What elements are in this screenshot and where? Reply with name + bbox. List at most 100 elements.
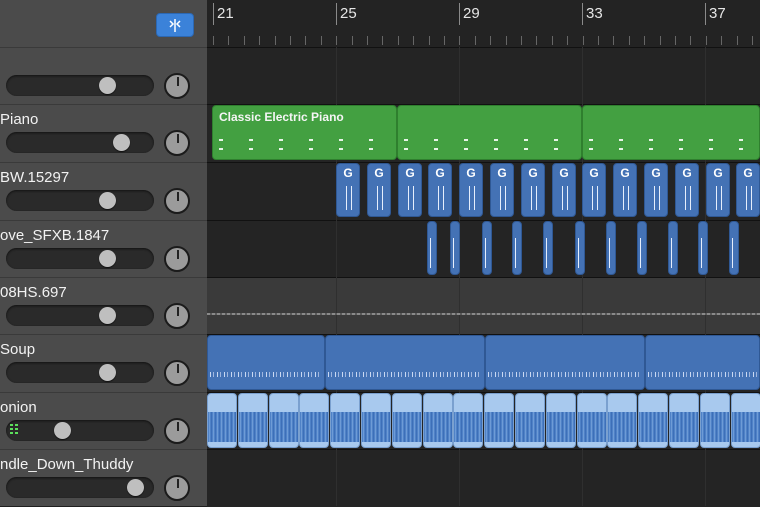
volume-slider-thumb[interactable]: [99, 250, 117, 267]
track-header[interactable]: ndle_Down_Thuddy: [0, 449, 207, 506]
track-header[interactable]: 08HS.697: [0, 277, 207, 335]
volume-slider-thumb[interactable]: [99, 364, 117, 381]
onion-region[interactable]: [269, 393, 299, 448]
sfx-region[interactable]: [637, 221, 647, 275]
drummer-region-label: G: [497, 166, 507, 180]
track-header[interactable]: Soup: [0, 334, 207, 392]
onion-region[interactable]: [484, 393, 514, 448]
onion-region[interactable]: [731, 393, 760, 448]
volume-slider[interactable]: [6, 420, 154, 441]
drummer-region[interactable]: G: [367, 163, 391, 217]
track-header[interactable]: ove_SFXB.1847: [0, 220, 207, 278]
pan-knob[interactable]: [164, 418, 190, 444]
sfx-region[interactable]: [427, 221, 437, 275]
sfx-region[interactable]: [450, 221, 460, 275]
track-lane[interactable]: [207, 449, 760, 507]
volume-slider[interactable]: [6, 305, 154, 326]
piano-region[interactable]: [397, 105, 582, 160]
drummer-region-label: G: [343, 166, 353, 180]
volume-slider[interactable]: [6, 248, 154, 269]
track-header[interactable]: onion: [0, 392, 207, 450]
onion-region[interactable]: [577, 393, 607, 448]
volume-slider[interactable]: [6, 190, 154, 211]
volume-slider[interactable]: [6, 362, 154, 383]
onion-region[interactable]: [607, 393, 637, 448]
pan-knob[interactable]: [164, 130, 190, 156]
pan-knob[interactable]: [164, 246, 190, 272]
track-header[interactable]: BW.15297: [0, 162, 207, 220]
pan-knob[interactable]: [164, 73, 190, 99]
volume-slider-thumb[interactable]: [99, 77, 117, 94]
timeline-ruler[interactable]: 21 25 29 33 37: [207, 0, 760, 48]
audio-waveform: [328, 372, 482, 377]
soup-region[interactable]: [207, 335, 325, 390]
onion-region[interactable]: [546, 393, 576, 448]
sfx-region[interactable]: [482, 221, 492, 275]
drummer-region-label: G: [405, 166, 415, 180]
onion-region[interactable]: [361, 393, 391, 448]
volume-slider-thumb[interactable]: [113, 134, 131, 151]
piano-region[interactable]: [582, 105, 760, 160]
onion-region[interactable]: [700, 393, 730, 448]
volume-slider[interactable]: [6, 477, 154, 498]
onion-region[interactable]: [453, 393, 483, 448]
catch-playhead-button[interactable]: [156, 13, 194, 37]
track-header[interactable]: Piano: [0, 104, 207, 162]
track-lane[interactable]: [207, 47, 760, 105]
drummer-region[interactable]: G: [552, 163, 576, 217]
drummer-region[interactable]: G: [613, 163, 637, 217]
volume-slider[interactable]: [6, 75, 154, 96]
piano-region[interactable]: Classic Electric Piano: [212, 105, 397, 160]
onion-region[interactable]: [638, 393, 668, 448]
volume-slider-thumb[interactable]: [99, 307, 117, 324]
pan-knob[interactable]: [164, 188, 190, 214]
drummer-region[interactable]: G: [428, 163, 452, 217]
pan-knob[interactable]: [164, 303, 190, 329]
drummer-region-label: G: [589, 166, 599, 180]
onion-region[interactable]: [207, 393, 237, 448]
volume-slider-thumb[interactable]: [53, 422, 71, 439]
volume-slider-thumb[interactable]: [99, 192, 117, 209]
drummer-region[interactable]: G: [736, 163, 760, 217]
sfx-region[interactable]: [512, 221, 522, 275]
soup-region[interactable]: [645, 335, 760, 390]
midi-note: [369, 139, 373, 141]
drummer-region[interactable]: G: [459, 163, 483, 217]
drummer-region[interactable]: G: [675, 163, 699, 217]
drummer-region[interactable]: G: [582, 163, 606, 217]
drummer-region[interactable]: G: [706, 163, 730, 217]
midi-note: [619, 139, 623, 141]
drummer-region[interactable]: G: [490, 163, 514, 217]
ruler-tick: [613, 36, 614, 45]
drummer-region[interactable]: G: [336, 163, 360, 217]
volume-slider-thumb[interactable]: [127, 479, 145, 496]
drummer-region[interactable]: G: [521, 163, 545, 217]
onion-region[interactable]: [392, 393, 422, 448]
sfx-region[interactable]: [543, 221, 553, 275]
track-lane[interactable]: [207, 277, 760, 335]
sfx-region[interactable]: [729, 221, 739, 275]
audio-waveform: [648, 372, 757, 377]
sfx-region[interactable]: [575, 221, 585, 275]
ruler-tick: [690, 36, 691, 45]
sfx-region[interactable]: [668, 221, 678, 275]
onion-region[interactable]: [330, 393, 360, 448]
onion-region[interactable]: [423, 393, 453, 448]
onion-region[interactable]: [299, 393, 329, 448]
onion-region[interactable]: [515, 393, 545, 448]
sfx-region[interactable]: [606, 221, 616, 275]
volume-slider[interactable]: [6, 132, 154, 153]
drummer-region[interactable]: G: [644, 163, 668, 217]
ruler-tick: [459, 36, 460, 45]
sfx-region[interactable]: [698, 221, 708, 275]
soup-region[interactable]: [325, 335, 485, 390]
pan-knob[interactable]: [164, 360, 190, 386]
onion-region[interactable]: [238, 393, 268, 448]
onion-region[interactable]: [669, 393, 699, 448]
track-header[interactable]: [0, 47, 207, 105]
bar-number: 29: [463, 5, 480, 22]
drummer-region[interactable]: G: [398, 163, 422, 217]
track-name: 08HS.697: [0, 284, 67, 301]
soup-region[interactable]: [485, 335, 645, 390]
pan-knob[interactable]: [164, 475, 190, 501]
